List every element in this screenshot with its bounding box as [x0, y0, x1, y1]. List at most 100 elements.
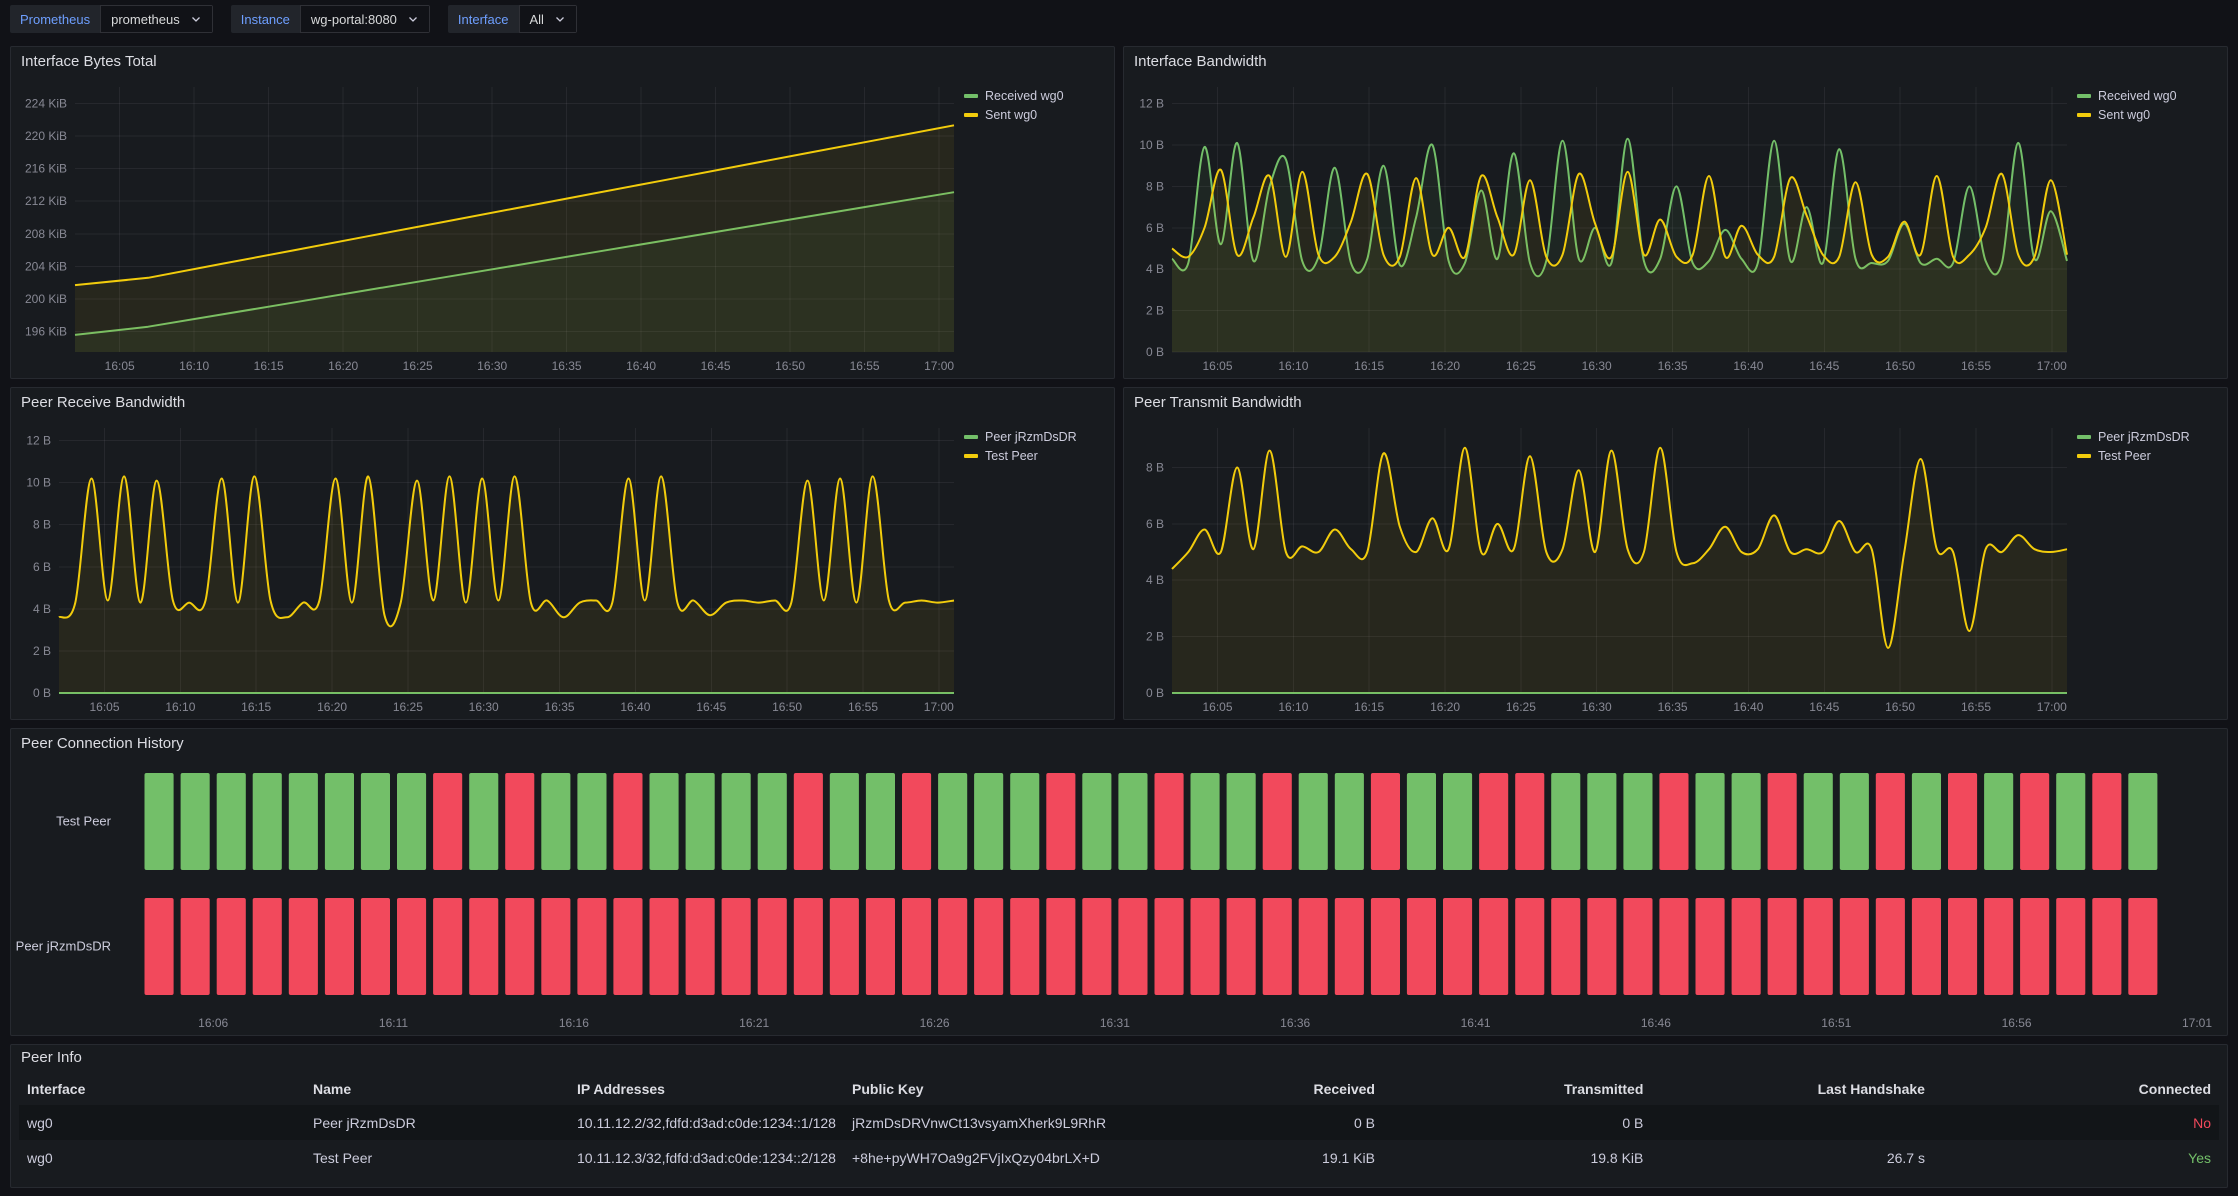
svg-text:16:25: 16:25	[403, 359, 433, 373]
svg-text:Peer jRzmDsDR: Peer jRzmDsDR	[16, 939, 111, 954]
legend-item-peer-jrzmdsdr[interactable]: Peer jRzmDsDR	[2077, 430, 2221, 444]
panel-title-peer-connection-history[interactable]: Peer Connection History	[11, 729, 2227, 759]
series-color-swatch	[964, 435, 978, 439]
interface-bandwidth-chart[interactable]: 0 B2 B4 B6 B8 B10 B12 B16:0516:1016:1516…	[1124, 77, 2077, 378]
legend-label: Test Peer	[2098, 449, 2151, 463]
cell-transmitted: 0 B	[1383, 1115, 1651, 1131]
legend-item-peer-jrzmdsdr[interactable]: Peer jRzmDsDR	[964, 430, 1108, 444]
svg-text:16:45: 16:45	[1809, 700, 1839, 714]
variable-interface-select[interactable]: All	[519, 5, 577, 33]
variable-prometheus-value: prometheus	[111, 12, 180, 27]
table-row: wg0Test Peer10.11.12.3/32,fdfd:d3ad:c0de…	[19, 1140, 2219, 1175]
peer-connection-history-chart[interactable]: Test PeerPeer jRzmDsDR16:0616:1116:1616:…	[11, 759, 2227, 1035]
svg-text:16:06: 16:06	[198, 1016, 228, 1030]
panel-title-peer-transmit-bandwidth[interactable]: Peer Transmit Bandwidth	[1124, 388, 2227, 418]
svg-text:17:00: 17:00	[2037, 700, 2067, 714]
svg-text:16:15: 16:15	[1354, 700, 1384, 714]
grafana-dashboard: Prometheus prometheus Instance wg-portal…	[0, 0, 2238, 1196]
variable-prometheus-label: Prometheus	[10, 5, 100, 33]
svg-text:16:36: 16:36	[1280, 1016, 1310, 1030]
legend-item-test-peer[interactable]: Test Peer	[2077, 449, 2221, 463]
variable-interface-value: All	[530, 12, 544, 27]
svg-text:16:26: 16:26	[920, 1016, 950, 1030]
cell-received: 0 B	[1115, 1115, 1383, 1131]
svg-text:16:45: 16:45	[696, 700, 726, 714]
cell-public-key: +8he+pyWH7Oa9g2FVjIxQzy04brLX+D	[844, 1150, 1115, 1166]
variable-instance-select[interactable]: wg-portal:8080	[300, 5, 430, 33]
chart-svg: 0 B2 B4 B6 B8 B10 B12 B16:0516:1016:1516…	[11, 418, 964, 719]
svg-text:16:55: 16:55	[1961, 359, 1991, 373]
svg-text:16:35: 16:35	[1658, 700, 1688, 714]
panel-title-interface-bytes-total[interactable]: Interface Bytes Total	[11, 47, 1114, 77]
svg-text:16:40: 16:40	[626, 359, 656, 373]
svg-text:220 KiB: 220 KiB	[25, 129, 67, 143]
column-header-name[interactable]: Name	[305, 1081, 569, 1097]
svg-text:16:11: 16:11	[379, 1016, 408, 1030]
svg-text:16:50: 16:50	[772, 700, 802, 714]
cell-interface: wg0	[19, 1115, 305, 1131]
peer-table-head: InterfaceNameIP AddressesPublic KeyRecei…	[19, 1073, 2219, 1105]
svg-text:6 B: 6 B	[1146, 517, 1164, 531]
peer-receive-bandwidth-chart[interactable]: 0 B2 B4 B6 B8 B10 B12 B16:0516:1016:1516…	[11, 418, 964, 719]
peer-transmit-bandwidth-chart[interactable]: 0 B2 B4 B6 B8 B16:0516:1016:1516:2016:25…	[1124, 418, 2077, 719]
svg-text:216 KiB: 216 KiB	[25, 162, 67, 176]
panel-peer-connection-history: Peer Connection History Test Peer Peer jR…	[10, 728, 2228, 1036]
column-header-received[interactable]: Received	[1115, 1081, 1383, 1097]
cell-ip-addresses: 10.11.12.2/32,fdfd:d3ad:c0de:1234::1/128	[569, 1115, 844, 1131]
svg-text:16:10: 16:10	[179, 359, 209, 373]
variable-instance-label: Instance	[231, 5, 300, 33]
column-header-public-key[interactable]: Public Key	[844, 1081, 1115, 1097]
legend-item-test-peer[interactable]: Test Peer	[964, 449, 1108, 463]
svg-text:8 B: 8 B	[33, 518, 51, 532]
cell-received: 19.1 KiB	[1115, 1150, 1383, 1166]
svg-text:16:15: 16:15	[1354, 359, 1384, 373]
variable-instance: Instance wg-portal:8080	[231, 5, 430, 33]
legend-item-received-wg0[interactable]: Received wg0	[964, 89, 1108, 103]
svg-text:16:20: 16:20	[328, 359, 358, 373]
legend-item-sent-wg0[interactable]: Sent wg0	[2077, 108, 2221, 122]
legend-label: Received wg0	[2098, 89, 2177, 103]
svg-text:8 B: 8 B	[1146, 179, 1164, 193]
series-color-swatch	[964, 94, 978, 98]
svg-text:16:30: 16:30	[477, 359, 507, 373]
column-header-connected[interactable]: Connected	[1933, 1081, 2219, 1097]
peer-table-body: wg0Peer jRzmDsDR10.11.12.2/32,fdfd:d3ad:…	[19, 1105, 2219, 1175]
svg-text:Test Peer: Test Peer	[56, 814, 112, 829]
legend-label: Test Peer	[985, 449, 1038, 463]
panel-title-interface-bandwidth[interactable]: Interface Bandwidth	[1124, 47, 2227, 77]
svg-text:16:30: 16:30	[1582, 700, 1612, 714]
svg-text:10 B: 10 B	[1139, 138, 1164, 152]
svg-text:16:31: 16:31	[1100, 1016, 1130, 1030]
interface-bytes-total-chart[interactable]: 196 KiB200 KiB204 KiB208 KiB212 KiB216 K…	[11, 77, 964, 378]
legend-label: Peer jRzmDsDR	[2098, 430, 2190, 444]
peer-info-table: InterfaceNameIP AddressesPublic KeyRecei…	[19, 1073, 2219, 1181]
cell-ip-addresses: 10.11.12.3/32,fdfd:d3ad:c0de:1234::2/128	[569, 1150, 844, 1166]
column-header-interface[interactable]: Interface	[19, 1081, 305, 1097]
svg-text:16:55: 16:55	[848, 700, 878, 714]
column-header-ip-addresses[interactable]: IP Addresses	[569, 1081, 844, 1097]
svg-text:16:55: 16:55	[850, 359, 880, 373]
svg-text:204 KiB: 204 KiB	[25, 259, 67, 273]
svg-text:16:35: 16:35	[545, 700, 575, 714]
svg-text:16:05: 16:05	[105, 359, 135, 373]
svg-text:16:40: 16:40	[1733, 359, 1763, 373]
column-header-transmitted[interactable]: Transmitted	[1383, 1081, 1651, 1097]
panel-title-peer-info[interactable]: Peer Info	[11, 1045, 2227, 1071]
svg-text:16:05: 16:05	[1202, 359, 1232, 373]
chart-svg: 196 KiB200 KiB204 KiB208 KiB212 KiB216 K…	[11, 77, 964, 378]
variable-prometheus-select[interactable]: prometheus	[100, 5, 213, 33]
legend-label: Peer jRzmDsDR	[985, 430, 1077, 444]
legend-item-sent-wg0[interactable]: Sent wg0	[964, 108, 1108, 122]
legend-item-received-wg0[interactable]: Received wg0	[2077, 89, 2221, 103]
svg-text:224 KiB: 224 KiB	[25, 96, 67, 110]
panel-title-peer-receive-bandwidth[interactable]: Peer Receive Bandwidth	[11, 388, 1114, 418]
svg-text:16:56: 16:56	[2002, 1016, 2032, 1030]
chevron-down-icon	[554, 13, 566, 25]
svg-text:16:20: 16:20	[1430, 359, 1460, 373]
svg-text:16:05: 16:05	[89, 700, 119, 714]
chart-svg: 0 B2 B4 B6 B8 B10 B12 B16:0516:1016:1516…	[1124, 77, 2077, 378]
svg-text:16:25: 16:25	[1506, 359, 1536, 373]
svg-text:16:10: 16:10	[1278, 359, 1308, 373]
column-header-last-handshake[interactable]: Last Handshake	[1651, 1081, 1933, 1097]
cell-last-handshake: 26.7 s	[1651, 1150, 1933, 1166]
